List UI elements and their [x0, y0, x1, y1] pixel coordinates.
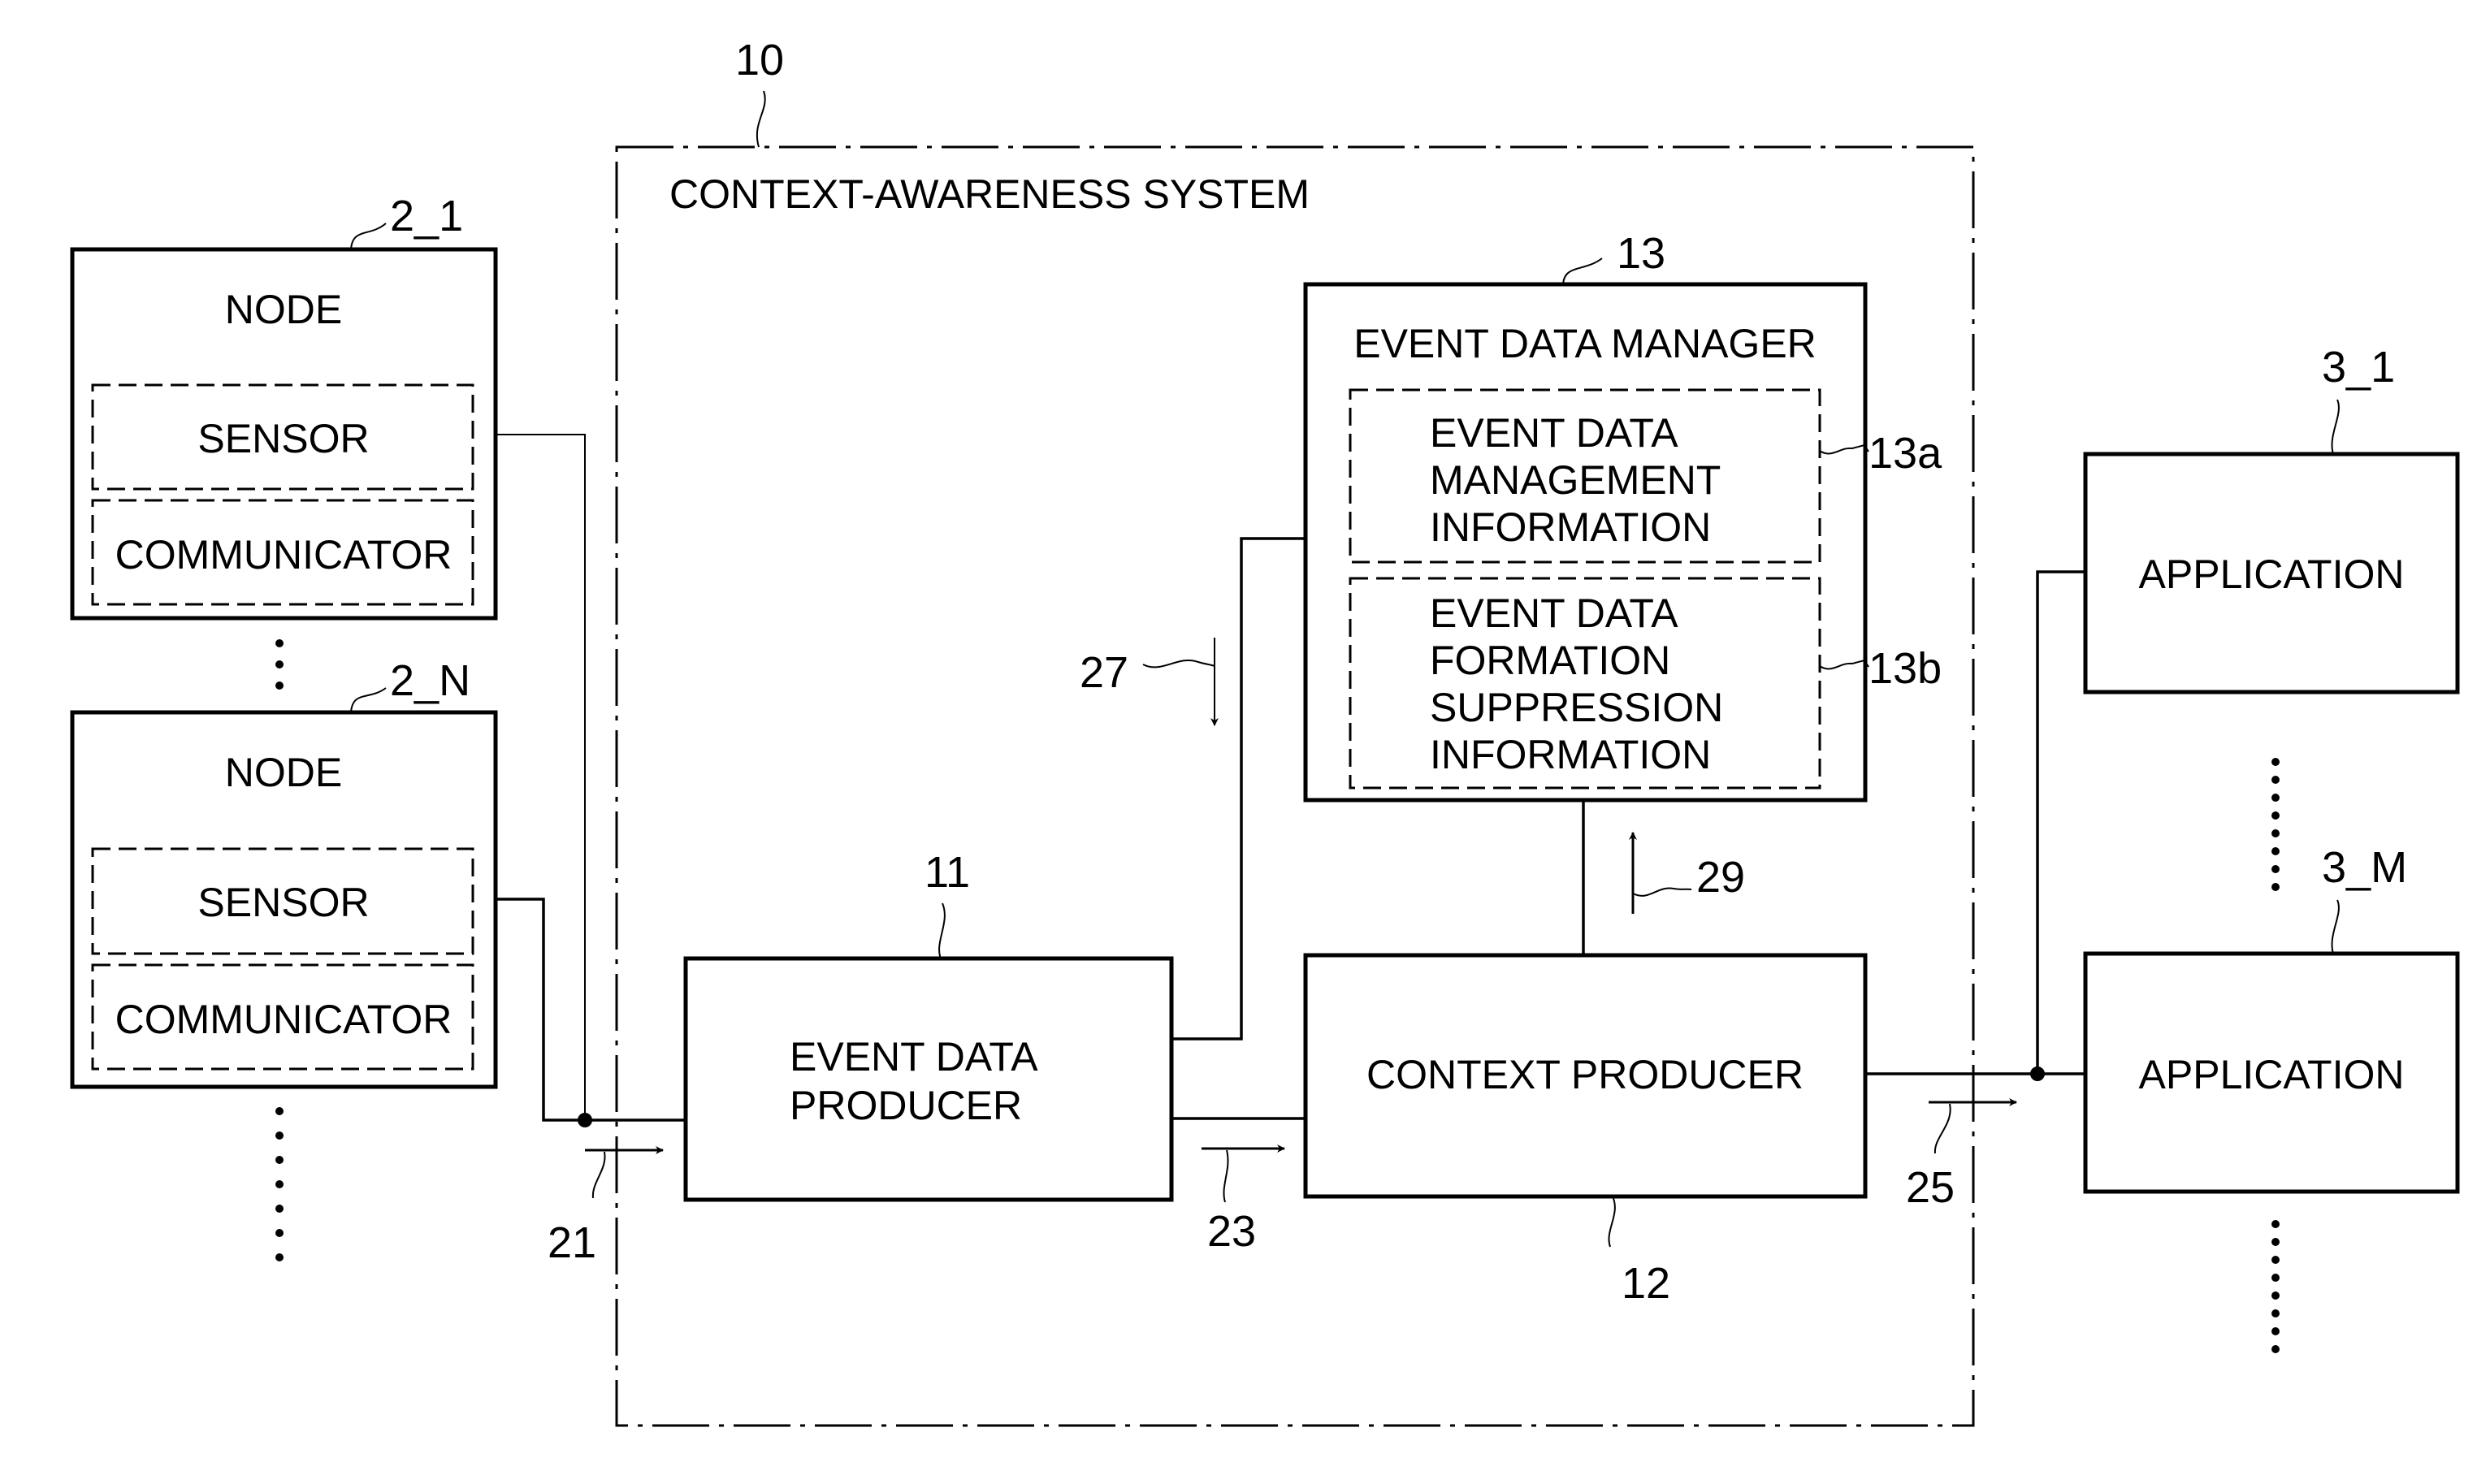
- management-info-line-3: INFORMATION: [1430, 504, 1711, 550]
- event-data-producer-leader: [938, 902, 946, 959]
- suppression-info-line-1: EVENT DATA: [1430, 591, 1678, 636]
- node-ref-leader: [350, 687, 387, 713]
- suppression-info-ref: 13b: [1869, 644, 1942, 693]
- flow-25-leader: [1934, 1103, 1951, 1154]
- flow-27-label: 27: [1080, 648, 1128, 697]
- application-label: APPLICATION: [2139, 552, 2405, 597]
- application-label: APPLICATION: [2139, 1052, 2405, 1097]
- application-ref-leader: [2331, 399, 2340, 455]
- flow-27-leader: [1142, 660, 1215, 668]
- context-producer[interactable]: CONTEXT PRODUCER 12: [1303, 953, 1868, 1308]
- event-data-producer-line-2: PRODUCER: [790, 1083, 1022, 1128]
- sensor-label: SENSOR: [197, 416, 369, 461]
- context-producer-label: CONTEXT PRODUCER: [1366, 1052, 1804, 1097]
- context-producer-leader: [1608, 1196, 1616, 1248]
- node-2-1[interactable]: NODE SENSOR COMMUNICATOR 2_1: [70, 192, 498, 621]
- event-data-manager-title: EVENT DATA MANAGER: [1353, 321, 1817, 366]
- event-data-manager[interactable]: EVENT DATA MANAGER 13 EVENT DATA MANAGEM…: [1303, 229, 1942, 803]
- application-ref: 3_1: [2322, 343, 2395, 392]
- flow-23-label: 23: [1207, 1207, 1256, 1256]
- flow-23: 23: [1202, 1144, 1285, 1256]
- node-ref-label: 2_N: [390, 656, 470, 705]
- node-ellipsis-lower: [275, 1107, 284, 1261]
- flow-23-leader: [1223, 1149, 1229, 1203]
- flow-21-leader: [591, 1151, 606, 1199]
- communicator-label: COMMUNICATOR: [115, 997, 453, 1042]
- flow-29: 29: [1629, 832, 1745, 914]
- flow-21: 21: [548, 1146, 664, 1267]
- node-2-n[interactable]: NODE SENSOR COMMUNICATOR 2_N: [70, 656, 498, 1089]
- application-ref-leader: [2331, 899, 2340, 954]
- system-title: CONTEXT-AWARENESS SYSTEM: [669, 171, 1310, 217]
- node-title: NODE: [225, 750, 342, 795]
- application-ellipsis-lower: [2271, 1220, 2280, 1353]
- event-data-manager-ref: 13: [1617, 229, 1665, 278]
- application-ref: 3_M: [2322, 843, 2407, 892]
- flow-29-label: 29: [1696, 853, 1745, 902]
- application-3-m[interactable]: APPLICATION 3_M: [2083, 843, 2460, 1194]
- system-ref-label: 10: [735, 36, 784, 84]
- system-ref-leader: [756, 90, 766, 148]
- application-3-1[interactable]: APPLICATION 3_1: [2083, 343, 2460, 694]
- event-data-manager-leader: [1562, 257, 1603, 285]
- suppression-info-line-3: SUPPRESSION: [1430, 685, 1723, 730]
- producer-to-manager-connector: [1171, 537, 1306, 1041]
- application-1-branch: [2036, 570, 2085, 1074]
- application-ellipsis-upper: [2271, 758, 2280, 891]
- suppression-info-line-2: FORMATION: [1430, 638, 1670, 683]
- junction-dot-output: [2030, 1066, 2045, 1081]
- flow-25-label: 25: [1906, 1163, 1955, 1212]
- sensor-label: SENSOR: [197, 880, 369, 925]
- node-ref-label: 2_1: [390, 192, 463, 240]
- event-data-producer[interactable]: EVENT DATA PRODUCER 11: [683, 848, 1174, 1202]
- flow-29-leader: [1632, 887, 1692, 897]
- event-data-producer-line-1: EVENT DATA: [790, 1034, 1038, 1079]
- flow-25: 25: [1906, 1098, 2017, 1212]
- communicator-label: COMMUNICATOR: [115, 532, 453, 578]
- management-info-line-2: MANAGEMENT: [1430, 457, 1721, 503]
- flow-21-label: 21: [548, 1218, 596, 1267]
- node-ref-leader: [350, 223, 387, 250]
- suppression-info-line-4: INFORMATION: [1430, 732, 1711, 777]
- node-n-connector: [496, 898, 686, 1122]
- event-data-producer-ref: 11: [925, 848, 970, 897]
- node-title: NODE: [225, 287, 342, 332]
- management-info-ref: 13a: [1869, 429, 1942, 478]
- context-awareness-diagram: 10 CONTEXT-AWARENESS SYSTEM NODE SENSOR …: [70, 36, 2460, 1427]
- context-producer-ref: 12: [1622, 1259, 1670, 1308]
- flow-27: 27: [1080, 638, 1219, 726]
- management-info-line-1: EVENT DATA: [1430, 410, 1678, 456]
- node-ellipsis-upper: [275, 639, 284, 690]
- node-1-connector: [496, 434, 586, 1120]
- junction-dot-input: [578, 1113, 592, 1127]
